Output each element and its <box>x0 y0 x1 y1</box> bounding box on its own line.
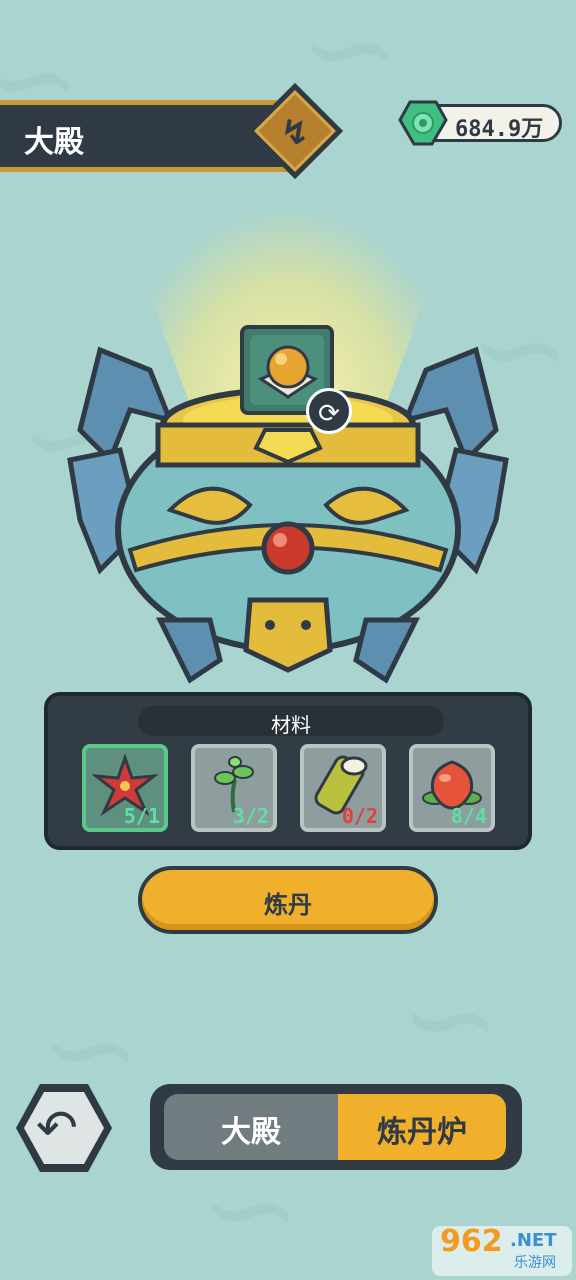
bg-swirl: ∽ <box>300 0 401 119</box>
swap-icon[interactable]: ⟳ <box>306 388 352 434</box>
rune-icon: ↯ <box>280 113 310 153</box>
watermark-sub: 乐游网 <box>514 1255 556 1271</box>
craft-button[interactable]: 炼丹 <box>138 866 438 934</box>
tab-main-hall[interactable]: 大殿 <box>164 1094 338 1160</box>
material-slot-green-herb[interactable]: 3/2 <box>191 744 277 832</box>
bg-swirl: ∽ <box>400 950 501 1089</box>
material-count: 3/2 <box>232 804 269 828</box>
watermark: 962 .NET 乐游网 <box>432 1224 572 1276</box>
watermark-number: 962 <box>440 1224 503 1259</box>
material-slot-peach[interactable]: 8/4 <box>409 744 495 832</box>
craft-button-label: 炼丹 <box>264 891 312 919</box>
back-arrow-icon: ↶ <box>36 1099 78 1157</box>
materials-title: 材料 <box>271 713 311 737</box>
material-count: 5/1 <box>123 804 160 828</box>
page-title: 大殿 <box>24 125 84 160</box>
jade-gem-icon <box>398 100 448 146</box>
material-slot-red-flower[interactable]: 5/1 <box>82 744 168 832</box>
material-count: 8/4 <box>450 804 487 828</box>
materials-title-bar: 材料 <box>138 706 444 737</box>
currency-value: 684.9万 <box>455 117 544 142</box>
tab-label: 大殿 <box>221 1115 281 1150</box>
materials-panel: 材料 5/1 3/2 0/2 8/4 <box>44 692 532 850</box>
material-count: 0/2 <box>341 804 378 828</box>
bottom-tabbar: 大殿 炼丹炉 <box>150 1084 522 1170</box>
tab-alchemy-furnace[interactable]: 炼丹炉 <box>338 1094 506 1160</box>
tab-label: 炼丹炉 <box>377 1115 467 1150</box>
material-slot-bamboo-tube[interactable]: 0/2 <box>300 744 386 832</box>
watermark-net: .NET <box>510 1230 557 1251</box>
